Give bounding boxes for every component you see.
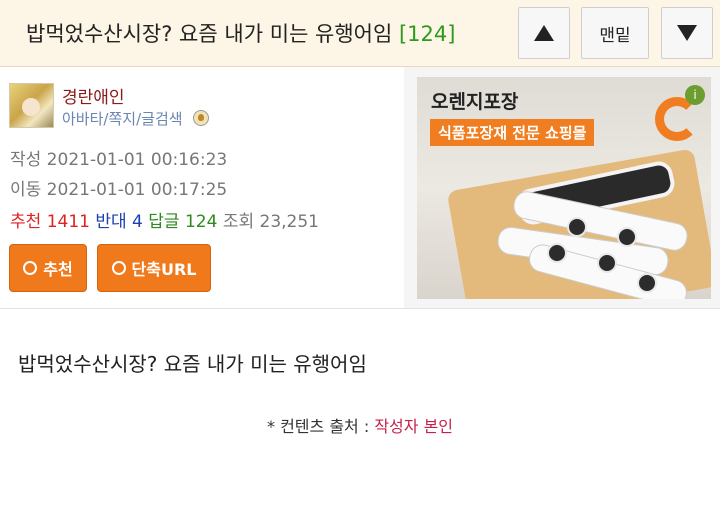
member-level-icon xyxy=(193,110,210,126)
recommend-count: 1411 xyxy=(46,212,90,232)
recommend-button[interactable]: 추천 xyxy=(9,244,87,292)
search-posts-link[interactable]: 글검색 xyxy=(141,110,182,128)
link-icon xyxy=(111,261,126,275)
ad-info-icon[interactable]: i xyxy=(685,85,705,105)
view-count: 23,251 xyxy=(259,212,319,232)
ad-banner[interactable]: 오렌지포장 식품포장재 전문 쇼핑몰 i xyxy=(404,67,720,308)
post-title-text: 밥먹었수산시장? 요즘 내가 미는 유행어임 xyxy=(26,22,393,46)
post-title: 밥먹었수산시장? 요즘 내가 미는 유행어임 [124] xyxy=(26,18,455,48)
go-bottom-button[interactable]: 맨밑 xyxy=(581,7,649,59)
avatar-link[interactable]: 아바타 xyxy=(62,110,103,128)
roll-label xyxy=(597,253,617,273)
scroll-up-button[interactable] xyxy=(518,7,570,59)
ad-subtitle: 식품포장재 전문 쇼핑몰 xyxy=(430,119,595,146)
created-date: 작성 2021-01-01 00:16:23 xyxy=(10,150,228,170)
roll-label xyxy=(617,227,637,247)
roll-label xyxy=(637,273,657,293)
post-stats: 추천 1411 반대 4 답글 124 조회 23,251 xyxy=(10,207,319,232)
reply-label: 답글 xyxy=(148,212,180,232)
note-link[interactable]: 쪽지 xyxy=(108,110,136,128)
scroll-down-button[interactable] xyxy=(661,7,713,59)
comment-count[interactable]: [124] xyxy=(399,22,455,46)
content-source: * 컨텐츠 출처 : 작성자 본인 xyxy=(0,413,720,437)
divider xyxy=(0,308,720,309)
ad-title: 오렌지포장 xyxy=(431,91,519,113)
source-prefix: * 컨텐츠 출처 : xyxy=(266,417,375,436)
triangle-up-icon xyxy=(534,25,554,41)
moved-date: 이동 2021-01-01 00:17:25 xyxy=(10,180,228,200)
recommend-label: 추천 xyxy=(10,212,42,232)
short-url-button-label: 단축URL xyxy=(131,260,197,279)
avatar[interactable] xyxy=(9,83,54,128)
roll-label xyxy=(547,243,567,263)
source-value: 작성자 본인 xyxy=(374,417,454,436)
oppose-count: 4 xyxy=(132,212,143,232)
short-url-button[interactable]: 단축URL xyxy=(97,244,211,292)
author-nickname[interactable]: 경란애인 xyxy=(62,83,125,108)
oppose-label: 반대 xyxy=(95,212,127,232)
ad-image[interactable]: 오렌지포장 식품포장재 전문 쇼핑몰 i xyxy=(417,77,711,299)
reply-count: 124 xyxy=(184,212,218,232)
top-bar: 밥먹었수산시장? 요즘 내가 미는 유행어임 [124] 맨밑 xyxy=(0,0,720,67)
author-links: 아바타/쪽지/글검색 xyxy=(62,108,210,129)
roll-label xyxy=(567,217,587,237)
post-info-panel: 경란애인 아바타/쪽지/글검색 작성 2021-01-01 00:16:23 이… xyxy=(0,67,404,308)
triangle-down-icon xyxy=(677,25,697,41)
recommend-icon xyxy=(23,261,38,275)
recommend-button-label: 추천 xyxy=(43,260,73,279)
post-body: 밥먹었수산시장? 요즘 내가 미는 유행어임 xyxy=(18,352,367,376)
view-label: 조회 xyxy=(222,212,255,232)
